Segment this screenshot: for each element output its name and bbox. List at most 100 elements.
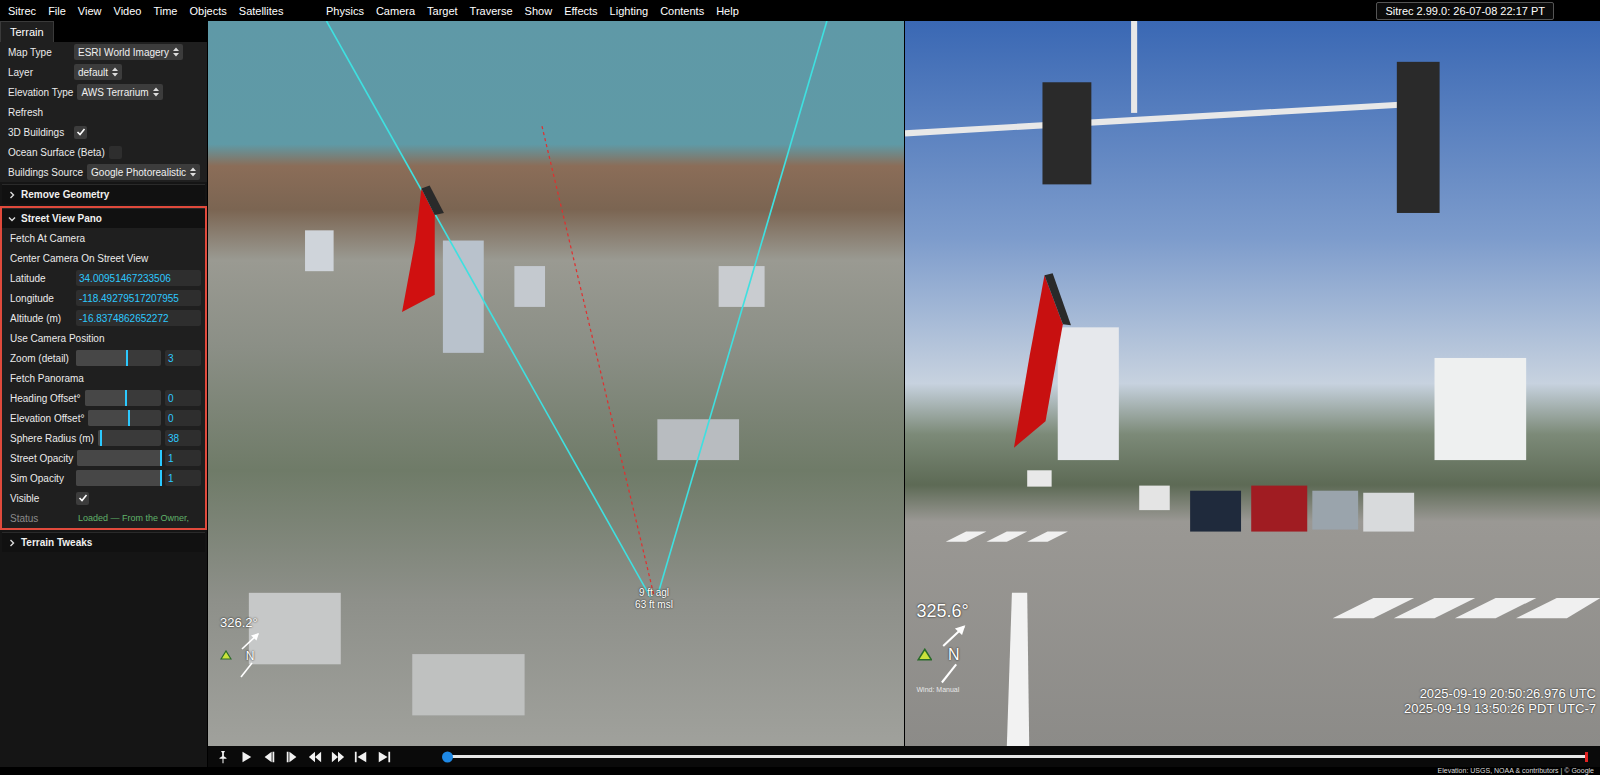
- skip-start-button[interactable]: [354, 750, 368, 764]
- slider-thumb[interactable]: [128, 410, 130, 426]
- menu-item[interactable]: Satellites: [239, 5, 284, 17]
- menu-item[interactable]: Video: [114, 5, 142, 17]
- menu-item[interactable]: Time: [153, 5, 177, 17]
- folder-header[interactable]: Terrain Tweaks: [2, 532, 205, 552]
- select-arrows-icon: [153, 87, 159, 97]
- status-value: Loaded — From the Owner,: [76, 510, 201, 526]
- menu-item[interactable]: Effects: [564, 5, 597, 17]
- menu-item[interactable]: Show: [525, 5, 553, 17]
- slider-value[interactable]: 3: [165, 350, 201, 366]
- row-label: 3D Buildings: [8, 127, 70, 138]
- slider-row: Sphere Radius (m)38: [2, 428, 205, 448]
- slider-thumb[interactable]: [126, 350, 128, 366]
- action-button[interactable]: Use Camera Position: [2, 328, 205, 348]
- slider-track[interactable]: [77, 450, 161, 466]
- time-readout: 2025-09-19 20:50:26.976 UTC2025-09-19 13…: [1404, 686, 1596, 716]
- slider-thumb[interactable]: [100, 430, 102, 446]
- play-button[interactable]: [239, 750, 253, 764]
- step-back-button[interactable]: [262, 750, 276, 764]
- pin-button[interactable]: [216, 750, 230, 764]
- altitude-line: 63 ft msl: [635, 599, 673, 611]
- slider-thumb[interactable]: [160, 470, 162, 486]
- menu-item[interactable]: Help: [716, 5, 739, 17]
- menu-item[interactable]: Objects: [190, 5, 227, 17]
- action-button[interactable]: Fetch Panorama: [2, 368, 205, 388]
- step-forward-button[interactable]: [285, 750, 299, 764]
- select-row: Map TypeESRI World Imagery: [0, 42, 207, 62]
- slider-value[interactable]: 38: [165, 430, 201, 446]
- action-button[interactable]: Fetch At Camera: [2, 228, 205, 248]
- select-value: default: [78, 67, 108, 78]
- number-field[interactable]: -16.8374862652272: [76, 310, 201, 326]
- fast-forward-button[interactable]: [331, 750, 345, 764]
- skip-end-button[interactable]: [377, 750, 391, 764]
- folder-title: Street View Pano: [21, 213, 102, 224]
- north-arrow-head-icon: [238, 632, 262, 650]
- slider-thumb[interactable]: [160, 450, 162, 466]
- slider-track[interactable]: [76, 470, 161, 486]
- menu-item[interactable]: Lighting: [610, 5, 649, 17]
- menu-item[interactable]: Sitrec: [8, 5, 36, 17]
- camera-marker-icon: [917, 648, 933, 661]
- menu-item[interactable]: Physics: [326, 5, 364, 17]
- folder-header[interactable]: Street View Pano: [2, 208, 205, 228]
- menu-item[interactable]: Target: [427, 5, 458, 17]
- select-box[interactable]: ESRI World Imagery: [74, 44, 183, 60]
- number-row: Altitude (m)-16.8374862652272: [2, 308, 205, 328]
- select-box[interactable]: Google Photorealistic: [87, 164, 200, 180]
- menu-item[interactable]: Contents: [660, 5, 704, 17]
- slider-value[interactable]: 1: [165, 450, 201, 466]
- menu-item[interactable]: Camera: [376, 5, 415, 17]
- menu-item[interactable]: Traverse: [470, 5, 513, 17]
- slider-value[interactable]: 0: [165, 390, 201, 406]
- menu-item[interactable]: File: [48, 5, 66, 17]
- action-button[interactable]: Center Camera On Street View: [2, 248, 205, 268]
- skip-start-icon: [354, 750, 368, 764]
- action-button[interactable]: Refresh: [0, 102, 207, 122]
- slider-track[interactable]: [76, 350, 161, 366]
- chevron-down-icon: [8, 215, 16, 223]
- slider-fill: [88, 410, 129, 426]
- menu-bar: Sitrec File View Video Time Objects Satellites…: [0, 0, 1600, 21]
- select-box[interactable]: AWS Terrarium: [77, 84, 162, 100]
- compass-row: N: [220, 632, 262, 678]
- sim-view[interactable]: 9 ft agl63 ft msl326.2°N: [208, 21, 904, 746]
- sidebar-tab[interactable]: Terrain: [0, 21, 54, 42]
- select-row: Layerdefault: [0, 62, 207, 82]
- timeline-knob[interactable]: [442, 751, 453, 762]
- slider-track[interactable]: [98, 430, 161, 446]
- select-box[interactable]: default: [74, 64, 122, 80]
- checkbox[interactable]: [109, 146, 122, 159]
- street-scene-drawing: [905, 21, 1600, 746]
- slider-track[interactable]: [85, 390, 161, 406]
- slider-thumb[interactable]: [125, 390, 127, 406]
- row-label: Sim Opacity: [10, 473, 72, 484]
- slider-row: Street Opacity 1: [2, 448, 205, 468]
- menu-item[interactable]: View: [78, 5, 102, 17]
- slider-row: Sim Opacity 1: [2, 468, 205, 488]
- north-arrow-head-icon: [938, 624, 969, 647]
- street-view[interactable]: 325.6°NWind: Manual2025-09-19 20:50:26.9…: [905, 21, 1600, 746]
- button-label: Fetch At Camera: [10, 233, 85, 244]
- slider-value[interactable]: 1: [165, 470, 201, 486]
- select-value: AWS Terrarium: [81, 87, 148, 98]
- rewind-button[interactable]: [308, 750, 322, 764]
- heading-readout: 325.6°: [917, 601, 970, 622]
- workspace: TerrainMap TypeESRI World ImageryLayerde…: [0, 21, 1600, 767]
- select-arrows-icon: [190, 167, 196, 177]
- number-field[interactable]: 34.00951467233506: [76, 270, 201, 286]
- checkbox[interactable]: [74, 126, 87, 139]
- row-label: Street Opacity: [10, 453, 73, 464]
- terrain-rows: Map TypeESRI World ImageryLayerdefault El…: [0, 42, 207, 182]
- number-field[interactable]: -118.49279517207955: [76, 290, 201, 306]
- checkbox[interactable]: [76, 492, 89, 505]
- app-menus: Sitrec File View Video Time Objects Satellites: [0, 0, 318, 21]
- slider-value[interactable]: 0: [165, 410, 201, 426]
- slider-track[interactable]: [88, 410, 161, 426]
- row-label: Elevation Type: [8, 87, 73, 98]
- folder-header[interactable]: Remove Geometry: [2, 184, 205, 204]
- timeline-slider[interactable]: [444, 755, 1588, 758]
- rewind-icon: [308, 750, 322, 764]
- slider-row: Elevation Offset°0: [2, 408, 205, 428]
- fast-forward-icon: [331, 750, 345, 764]
